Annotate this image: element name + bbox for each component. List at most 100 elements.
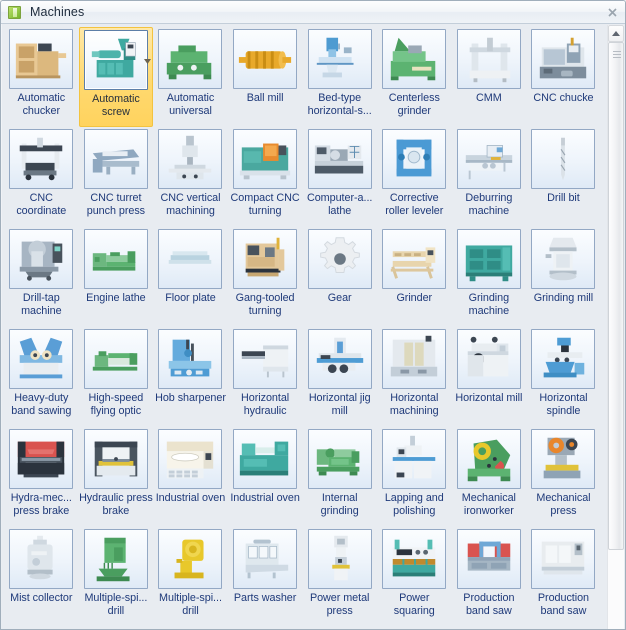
vertical-scrollbar[interactable] <box>607 25 624 629</box>
close-icon[interactable] <box>601 3 623 21</box>
shape-item-compact-cnc-turning[interactable]: Compact CNC turning <box>228 127 303 227</box>
shape-item-label: Horizontal mill <box>455 392 523 404</box>
mechanical-ironworker-icon <box>456 429 521 489</box>
shape-item-horizontal-jig-mill[interactable]: Horizontal jig mill <box>302 327 377 427</box>
lapping-and-polishing-icon <box>382 429 447 489</box>
shape-item-grinder[interactable]: Grinder <box>377 227 452 327</box>
shape-item-automatic-universal[interactable]: Automatic universal <box>153 27 228 127</box>
shape-item-label: Grinding mill <box>533 292 594 304</box>
shape-item-label: Mist collector <box>10 592 73 604</box>
shape-item-label: Horizontal machining <box>389 392 439 417</box>
shape-item-label: Horizontal hydraulic <box>241 392 290 417</box>
cnc-coordinate-icon <box>9 129 74 189</box>
grinding-mill-icon <box>531 229 596 289</box>
mechanical-press-icon <box>531 429 596 489</box>
shape-item-internal-grinding[interactable]: Internal grinding <box>302 427 377 527</box>
shape-item-mechanical-ironworker[interactable]: Mechanical ironworker <box>452 427 527 527</box>
automatic-chucker-icon <box>9 29 74 89</box>
shape-item-mechanical-press[interactable]: Mechanical press <box>526 427 601 527</box>
shape-item-label: Grinding machine <box>468 292 510 317</box>
shape-item-horizontal-hydraulic[interactable]: Horizontal hydraulic <box>228 327 303 427</box>
shape-item-centerless-grinder[interactable]: Centerless grinder <box>377 27 452 127</box>
computer-aided-lathe-icon <box>307 129 372 189</box>
shape-item-drill-tap-machine[interactable]: Drill-tap machine <box>4 227 79 327</box>
shape-item-automatic-chucker[interactable]: Automatic chucker <box>4 27 79 127</box>
heavy-duty-band-sawing-icon <box>9 329 74 389</box>
shape-item-power-metal-press[interactable]: Power metal press <box>302 527 377 627</box>
hydra-mechanical-press-brake-icon <box>9 429 74 489</box>
scrollbar-track[interactable] <box>608 42 624 629</box>
production-band-saw-2-icon <box>531 529 596 589</box>
shape-item-label: Hob sharpener <box>155 392 226 404</box>
shape-item-label: Internal grinding <box>320 492 359 517</box>
shape-item-label: Heavy-duty band sawing <box>11 392 72 417</box>
shape-item-computer-aided-lathe[interactable]: Computer-a... lathe <box>302 127 377 227</box>
deburring-machine-icon <box>456 129 521 189</box>
shape-item-horizontal-mill[interactable]: Horizontal mill <box>452 327 527 427</box>
shape-item-label: Floor plate <box>165 292 216 304</box>
window-title: Machines <box>30 5 85 19</box>
ball-mill-icon <box>233 29 298 89</box>
shape-item-label: Gear <box>327 292 352 304</box>
shape-item-label: Automatic screw <box>92 93 140 118</box>
gang-tooled-turning-icon <box>233 229 298 289</box>
shape-item-corrective-roller-leveler[interactable]: Corrective roller leveler <box>377 127 452 227</box>
parts-washer-icon <box>233 529 298 589</box>
shape-item-multiple-spindle-drill-1[interactable]: Multiple-spi... drill <box>79 527 154 627</box>
shape-item-grinding-mill[interactable]: Grinding mill <box>526 227 601 327</box>
shape-item-production-band-saw-2[interactable]: Production band saw <box>526 527 601 627</box>
shape-item-industrial-oven-2[interactable]: Industrial oven <box>228 427 303 527</box>
shape-item-deburring-machine[interactable]: Deburring machine <box>452 127 527 227</box>
shape-item-label: Grinder <box>396 292 433 304</box>
shape-item-drill-bit[interactable]: Drill bit <box>526 127 601 227</box>
shape-item-cmm[interactable]: CMM <box>452 27 527 127</box>
cnc-turret-punch-press-icon <box>83 129 148 189</box>
shape-item-cnc-turret-punch-press[interactable]: CNC turret punch press <box>79 127 154 227</box>
shape-item-hob-sharpener[interactable]: Hob sharpener <box>153 327 228 427</box>
window-titlebar: Machines <box>1 1 625 24</box>
shape-item-automatic-screw[interactable]: Automatic screw <box>78 27 154 127</box>
shape-item-heavy-duty-band-sawing[interactable]: Heavy-duty band sawing <box>4 327 79 427</box>
shape-item-high-speed-flying-optic[interactable]: High-speed flying optic <box>79 327 154 427</box>
shape-item-power-squaring[interactable]: Power squaring <box>377 527 452 627</box>
scrollbar-thumb[interactable] <box>608 42 624 550</box>
shape-item-label: Power squaring <box>393 592 435 617</box>
shape-item-parts-washer[interactable]: Parts washer <box>228 527 303 627</box>
shape-item-engine-lathe[interactable]: Engine lathe <box>79 227 154 327</box>
shape-item-lapping-and-polishing[interactable]: Lapping and polishing <box>377 427 452 527</box>
shape-item-horizontal-machining[interactable]: Horizontal machining <box>377 327 452 427</box>
shape-item-label: CNC turret punch press <box>86 192 146 217</box>
shape-item-label: Hydra-mec... press brake <box>10 492 72 517</box>
shape-item-label: Automatic chucker <box>17 92 66 117</box>
shape-item-hydraulic-press-brake[interactable]: Hydraulic press brake <box>79 427 154 527</box>
shape-item-gear[interactable]: Gear <box>302 227 377 327</box>
shape-item-label: Gang-tooled turning <box>235 292 295 317</box>
shape-item-floor-plate[interactable]: Floor plate <box>153 227 228 327</box>
shape-item-industrial-oven-1[interactable]: Industrial oven <box>153 427 228 527</box>
shape-item-ball-mill[interactable]: Ball mill <box>228 27 303 127</box>
shape-item-grinding-machine[interactable]: Grinding machine <box>452 227 527 327</box>
cnc-chucker-icon <box>531 29 596 89</box>
shape-item-horizontal-spindle[interactable]: Horizontal spindle <box>526 327 601 427</box>
shape-item-label: Mechanical press <box>536 492 591 517</box>
chevron-down-icon[interactable] <box>143 57 151 65</box>
shape-item-multiple-spindle-drill-2[interactable]: Multiple-spi... drill <box>153 527 228 627</box>
hob-sharpener-icon <box>158 329 223 389</box>
shape-item-hydra-mechanical-press-brake[interactable]: Hydra-mec... press brake <box>4 427 79 527</box>
shape-item-cnc-chucker[interactable]: CNC chucke <box>526 27 601 127</box>
shape-item-label: Horizontal jig mill <box>308 392 371 417</box>
corrective-roller-leveler-icon <box>382 129 447 189</box>
shape-item-cnc-coordinate[interactable]: CNC coordinate <box>4 127 79 227</box>
automatic-screw-icon <box>83 30 148 90</box>
bed-type-horizontal-icon <box>307 29 372 89</box>
shape-item-bed-type-horizontal[interactable]: Bed-type horizontal-s... <box>302 27 377 127</box>
horizontal-jig-mill-icon <box>307 329 372 389</box>
shape-item-cnc-vertical-machining[interactable]: CNC vertical machining <box>153 127 228 227</box>
shape-item-production-band-saw-1[interactable]: Production band saw <box>452 527 527 627</box>
shape-item-label: Centerless grinder <box>388 92 440 117</box>
scrollbar-grip <box>613 51 621 58</box>
shape-item-mist-collector[interactable]: Mist collector <box>4 527 79 627</box>
shape-item-gang-tooled-turning[interactable]: Gang-tooled turning <box>228 227 303 327</box>
scroll-up-icon[interactable] <box>608 25 624 42</box>
shape-item-label: Bed-type horizontal-s... <box>307 92 372 117</box>
